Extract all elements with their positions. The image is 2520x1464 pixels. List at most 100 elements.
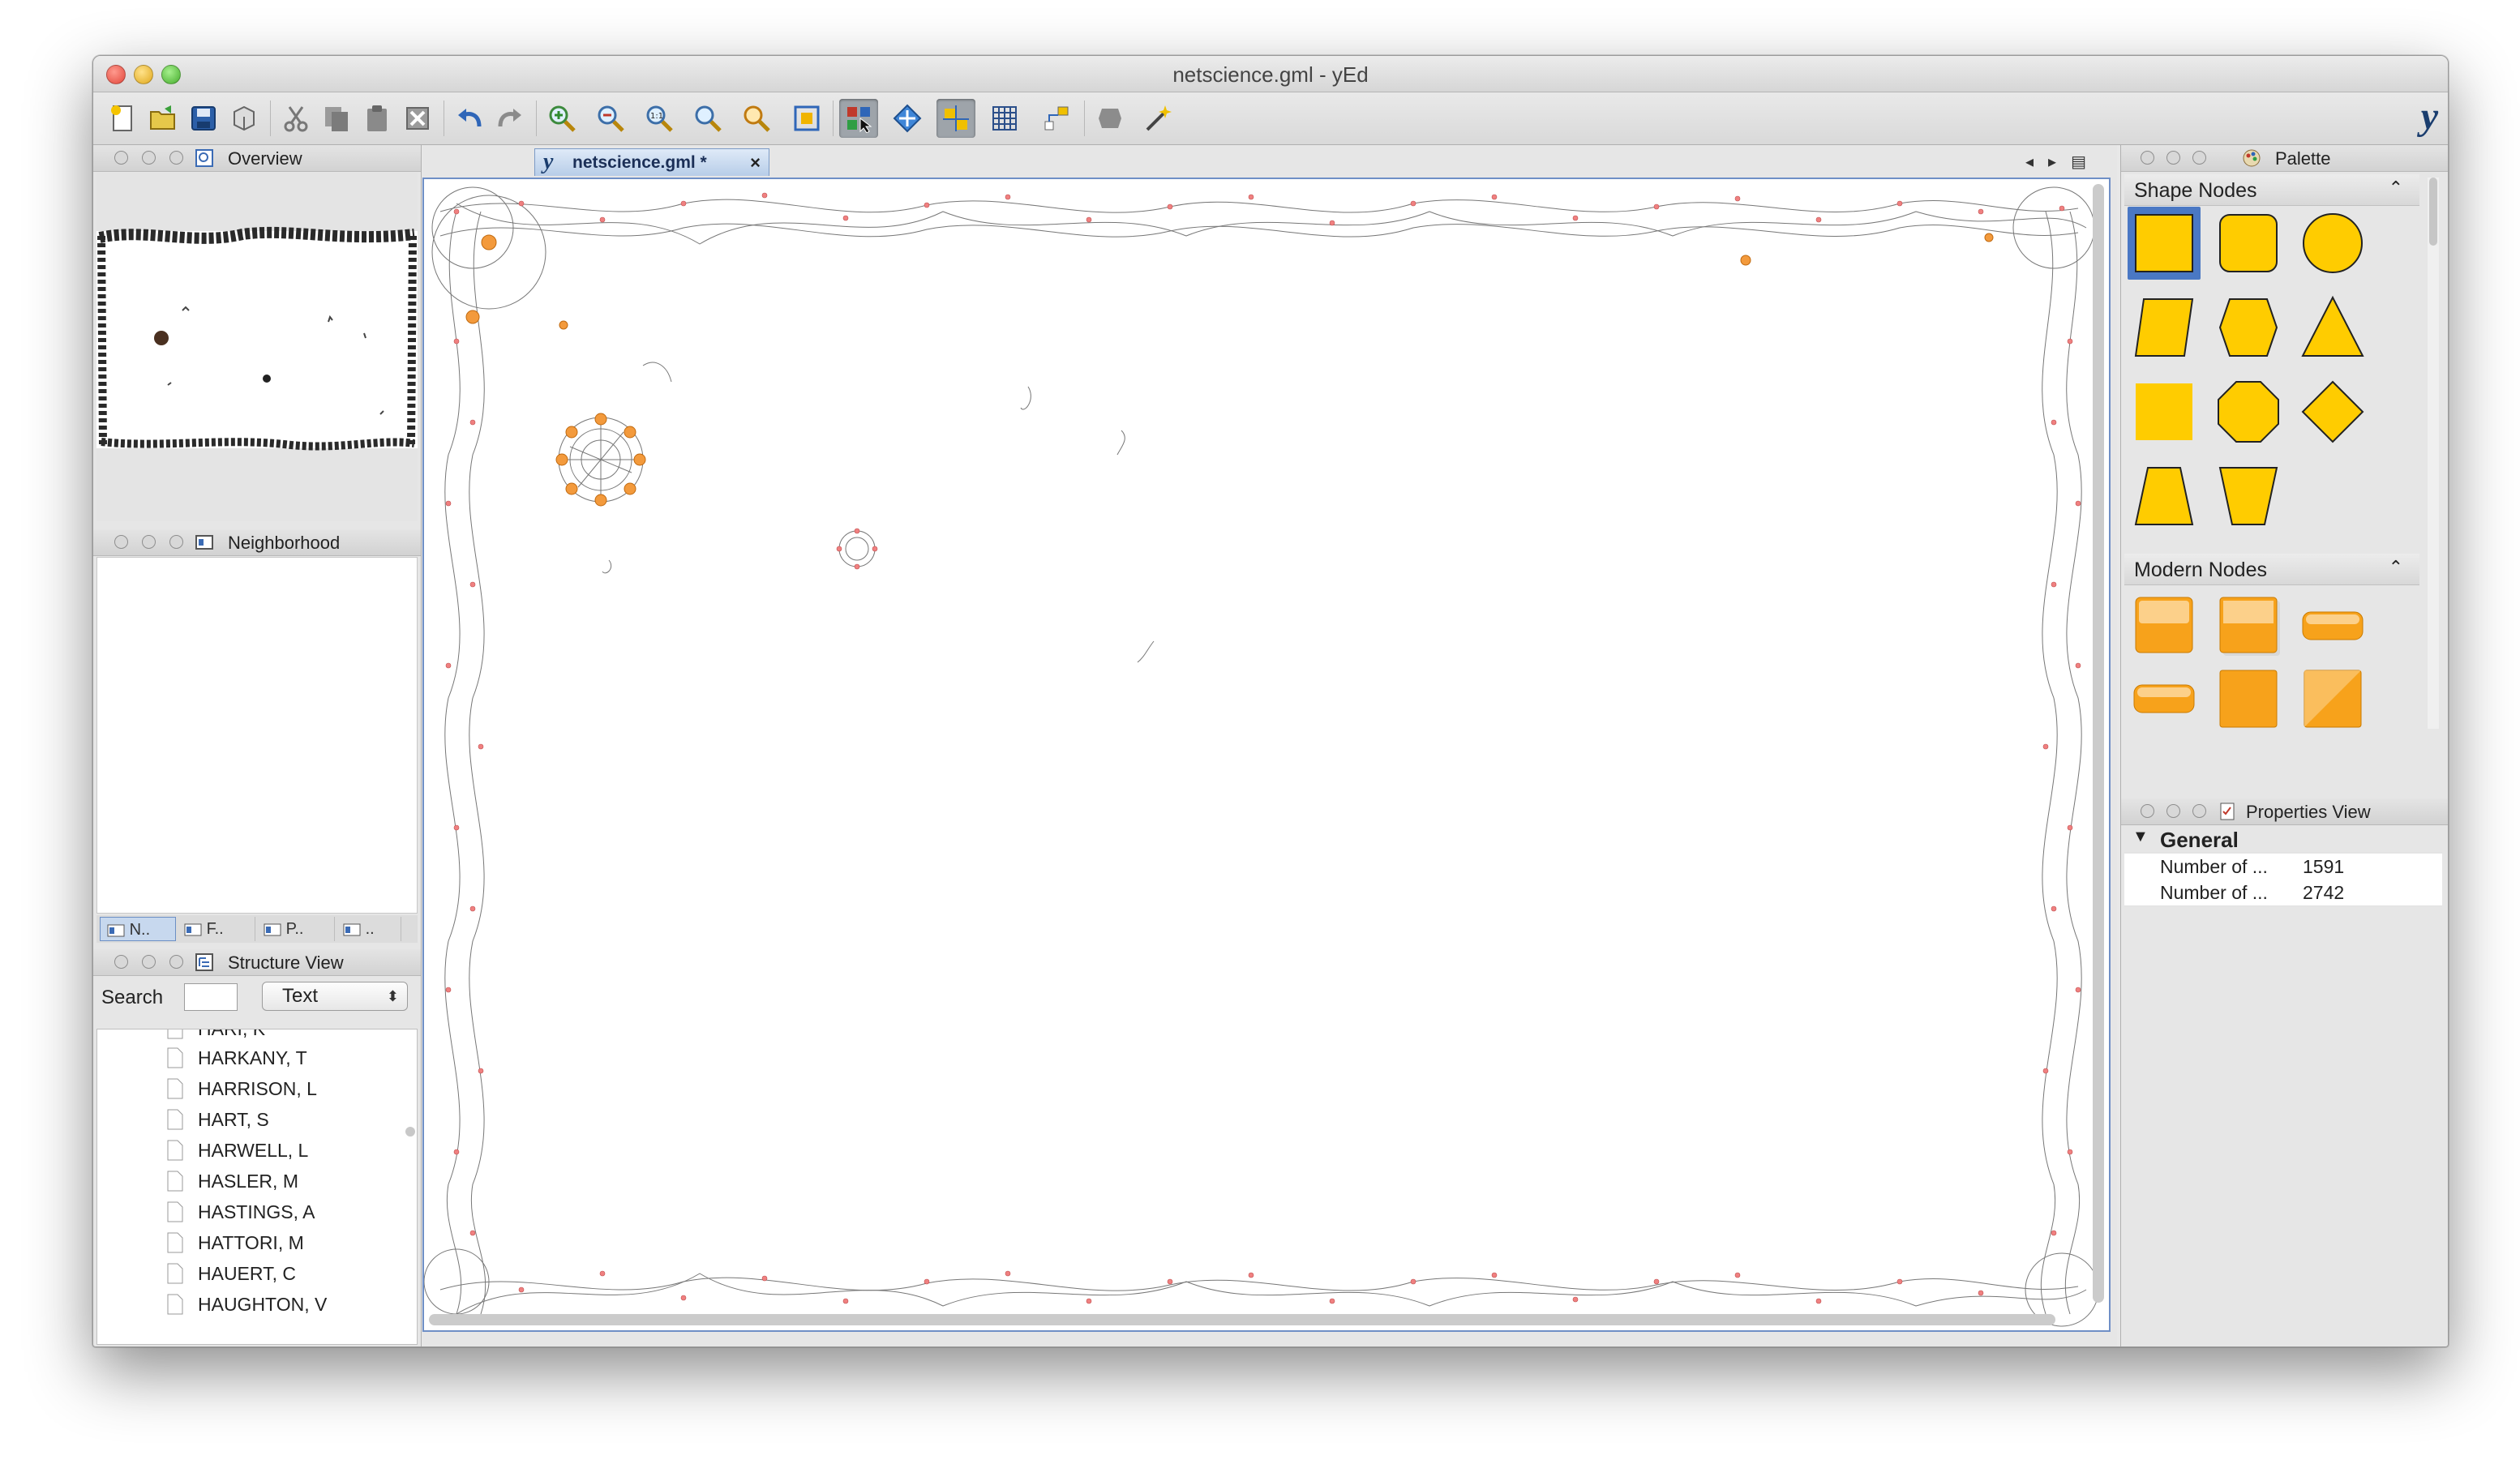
palette-parallelogram[interactable] (2128, 291, 2201, 364)
structure-tree[interactable]: HARI, K HARKANY, T HARRISON, L HART, S H… (96, 1029, 418, 1345)
diamond-shape-icon (2301, 380, 2364, 443)
tab-list-icon[interactable]: ▤ (2071, 153, 2101, 171)
undo-button[interactable] (450, 99, 489, 138)
palette-rectangle-3d[interactable] (2128, 375, 2201, 448)
save-button[interactable] (184, 99, 223, 138)
modern-nodes-section[interactable]: Modern Nodes ⌃ (2124, 554, 2419, 585)
tree-item-label: HASTINGS, A (198, 1201, 315, 1222)
zoom-100-button[interactable]: 1:1 (640, 99, 679, 138)
search-mode-select[interactable]: Text ⬍ (262, 982, 408, 1011)
panel-close-button[interactable] (114, 955, 128, 969)
palette-trapezoid-inverted[interactable] (2212, 460, 2285, 533)
edit-mode-button[interactable] (839, 99, 878, 138)
yed-tab-logo: y (543, 149, 554, 174)
title-bar: netscience.gml - yEd (93, 56, 2448, 92)
tab-right-icon[interactable]: ▸ (2048, 153, 2071, 171)
grid-button[interactable] (985, 99, 1024, 138)
palette-rounded-rectangle[interactable] (2212, 207, 2285, 280)
zoom-out-button[interactable] (591, 99, 630, 138)
zoom-100-icon: 1:1 (646, 105, 673, 132)
zoom-area-button[interactable] (688, 99, 727, 138)
export-button[interactable] (225, 99, 264, 138)
panel-minimize-button[interactable] (2166, 151, 2180, 165)
palette-scrollbar-track (2428, 178, 2439, 729)
layout-button[interactable] (1091, 99, 1129, 138)
cut-button[interactable] (276, 99, 315, 138)
panel-maximize-button[interactable] (169, 151, 183, 165)
left-panel: Overview Neighborhood N.. F.. P.. .. Str… (93, 145, 422, 1346)
panel-close-button[interactable] (114, 535, 128, 549)
property-row[interactable]: Number of ... 2742 (2124, 880, 2442, 906)
close-tab-icon[interactable]: × (750, 152, 761, 173)
tab-left-icon[interactable]: ◂ (2025, 153, 2048, 171)
panel-close-button[interactable] (2141, 804, 2154, 818)
copy-button[interactable] (317, 99, 356, 138)
palette-modern-pill[interactable] (2296, 588, 2369, 661)
tab-more[interactable]: .. (336, 917, 401, 941)
search-input[interactable] (184, 983, 238, 1011)
canvas-vertical-scrollbar[interactable] (2093, 184, 2104, 1303)
property-value: 2742 (2303, 882, 2345, 903)
palette-modern-pill-2[interactable] (2128, 661, 2201, 734)
palette-modern-box[interactable] (2128, 588, 2201, 661)
navigate-mode-button[interactable] (888, 99, 927, 138)
properties-header: Properties View (2121, 798, 2448, 825)
palette-rectangle[interactable] (2128, 207, 2201, 280)
document-icon (167, 1232, 183, 1253)
redo-button[interactable] (491, 99, 529, 138)
neighborhood-view[interactable] (96, 557, 418, 914)
snap-lines-button[interactable] (936, 99, 975, 138)
open-button[interactable] (144, 99, 182, 138)
fit-content-button[interactable] (787, 99, 826, 138)
trapezoid-inverted-shape-icon (2218, 467, 2278, 525)
palette-ellipse[interactable] (2296, 207, 2369, 280)
panel-maximize-button[interactable] (2192, 804, 2206, 818)
overview-minimap[interactable] (96, 173, 418, 521)
tab-predecessors[interactable]: P.. (257, 917, 335, 941)
tab-folding[interactable]: F.. (178, 917, 255, 941)
octagon-shape-icon (2218, 381, 2279, 443)
tree-scrollbar[interactable] (405, 1127, 415, 1137)
panel-minimize-button[interactable] (142, 151, 156, 165)
panel-close-button[interactable] (2141, 151, 2154, 165)
shape-nodes-section[interactable]: Shape Nodes ⌃ (2124, 174, 2419, 206)
document-tab[interactable]: y netscience.gml * × (534, 148, 769, 176)
delete-button[interactable] (398, 99, 437, 138)
zoom-out-icon (598, 105, 624, 132)
palette-modern-square[interactable] (2212, 661, 2285, 734)
palette-hexagon[interactable] (2212, 291, 2285, 364)
tab-neighborhood[interactable]: N.. (100, 917, 176, 941)
properties-group-row[interactable]: ▼ General (2124, 826, 2442, 853)
palette-octagon[interactable] (2212, 375, 2285, 448)
palette-diamond[interactable] (2296, 375, 2369, 448)
property-row[interactable]: Number of ... 1591 (2124, 854, 2442, 880)
panel-minimize-button[interactable] (142, 955, 156, 969)
palette-trapezoid[interactable] (2128, 460, 2201, 533)
graph-canvas[interactable] (422, 178, 2111, 1332)
zoom-selection-button[interactable] (737, 99, 776, 138)
panel-maximize-button[interactable] (169, 955, 183, 969)
panel-minimize-button[interactable] (142, 535, 156, 549)
panel-maximize-button[interactable] (169, 535, 183, 549)
collapse-icon[interactable]: ⌃ (2389, 557, 2403, 578)
collapse-icon[interactable]: ⌃ (2389, 178, 2403, 199)
window-title: netscience.gml - yEd (1172, 62, 1369, 87)
new-document-button[interactable] (103, 99, 142, 138)
palette-triangle[interactable] (2296, 291, 2369, 364)
wizard-button[interactable] (1139, 99, 1178, 138)
palette-title: Palette (2275, 148, 2331, 169)
canvas-horizontal-scrollbar[interactable] (429, 1314, 2055, 1325)
palette-modern-box-shadow[interactable] (2212, 588, 2285, 661)
palette-modern-square-2[interactable] (2296, 661, 2369, 734)
panel-close-button[interactable] (114, 151, 128, 165)
expand-triangle-icon[interactable]: ▼ (2132, 828, 2149, 846)
palette-scrollbar-thumb[interactable] (2429, 178, 2437, 246)
predecessors-tab-icon (264, 923, 281, 936)
panel-maximize-button[interactable] (2192, 151, 2206, 165)
cut-icon (284, 106, 308, 132)
panel-minimize-button[interactable] (2166, 804, 2180, 818)
orthogonal-edges-button[interactable] (1037, 99, 1076, 138)
overview-graph (96, 226, 418, 451)
zoom-in-button[interactable] (542, 99, 581, 138)
paste-button[interactable] (358, 99, 396, 138)
